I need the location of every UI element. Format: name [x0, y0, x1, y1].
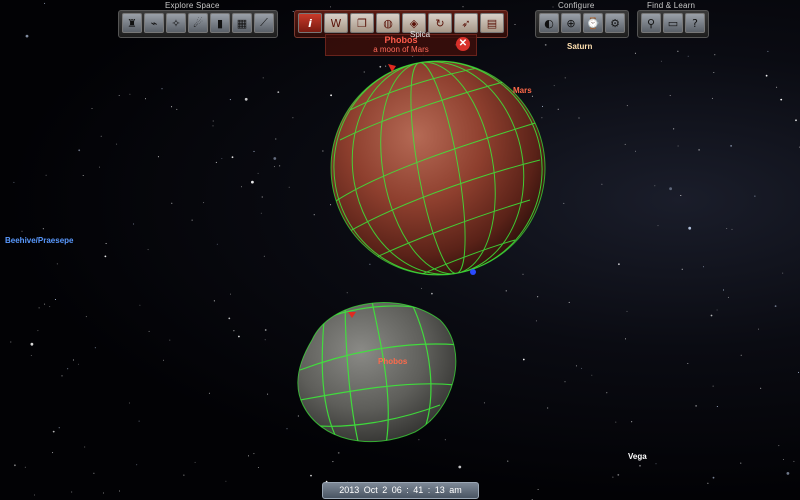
telescope-point-icon[interactable]: ➶ [454, 13, 478, 33]
object-name: Phobos [384, 35, 418, 45]
info-icon[interactable]: i [298, 13, 322, 33]
sky-grid-icon[interactable]: ⊕ [561, 13, 581, 33]
comet-icon[interactable]: ☄ [188, 13, 208, 33]
configure-toolbar: ◐ ⊕ ⌚ ⚙ [535, 10, 629, 38]
moon-label-phobos[interactable]: Phobos [378, 357, 407, 366]
open-book-icon[interactable]: ❐ [350, 13, 374, 33]
calendar-icon[interactable]: ▤ [480, 13, 504, 33]
object-info-panel[interactable]: Phobos a moon of Mars [325, 34, 477, 56]
find-toolbar: ⚲ ▭ ? [637, 10, 709, 38]
telescope-icon[interactable]: ⌁ [144, 13, 164, 33]
view-options-icon[interactable]: ◐ [539, 13, 559, 33]
deep-sky-icon[interactable]: ▦ [232, 13, 252, 33]
satellite-icon[interactable]: ✧ [166, 13, 186, 33]
book-icon[interactable]: ▮ [210, 13, 230, 33]
help-icon[interactable]: ? [685, 13, 705, 33]
star-label-spica[interactable]: Spica [410, 30, 430, 39]
search-icon[interactable]: ⚲ [641, 13, 661, 33]
configure-label: Configure [558, 1, 595, 10]
phobos-body[interactable] [0, 0, 800, 500]
datetime-display[interactable]: 2013 Oct 2 06 : 41 : 13 am [322, 482, 479, 499]
planet-label-saturn[interactable]: Saturn [567, 42, 592, 51]
observatory-icon[interactable]: ♜ [122, 13, 142, 33]
guide-book-icon[interactable]: ▭ [663, 13, 683, 33]
settings-icon[interactable]: ⚙ [605, 13, 625, 33]
find-learn-label: Find & Learn [647, 1, 696, 10]
orbit-icon[interactable]: ↻ [428, 13, 452, 33]
explore-space-label: Explore Space [165, 1, 220, 10]
star-label-vega[interactable]: Vega [628, 452, 647, 461]
wikipedia-icon[interactable]: W [324, 13, 348, 33]
pointer-icon[interactable]: ⟋ [254, 13, 274, 33]
planet-orbit-icon[interactable]: ◍ [376, 13, 400, 33]
close-info-button[interactable]: ✕ [456, 37, 470, 51]
object-description: a moon of Mars [373, 45, 429, 54]
dso-label-beehive[interactable]: Beehive/Praesepe [5, 236, 74, 245]
explore-toolbar: ♜ ⌁ ✧ ☄ ▮ ▦ ⟋ [118, 10, 278, 38]
sky-view[interactable]: Explore Space ♜ ⌁ ✧ ☄ ▮ ▦ ⟋ i W ❐ ◍ ◈ ↻ … [0, 0, 800, 500]
planet-label-mars[interactable]: Mars [513, 86, 532, 95]
time-icon[interactable]: ⌚ [583, 13, 603, 33]
